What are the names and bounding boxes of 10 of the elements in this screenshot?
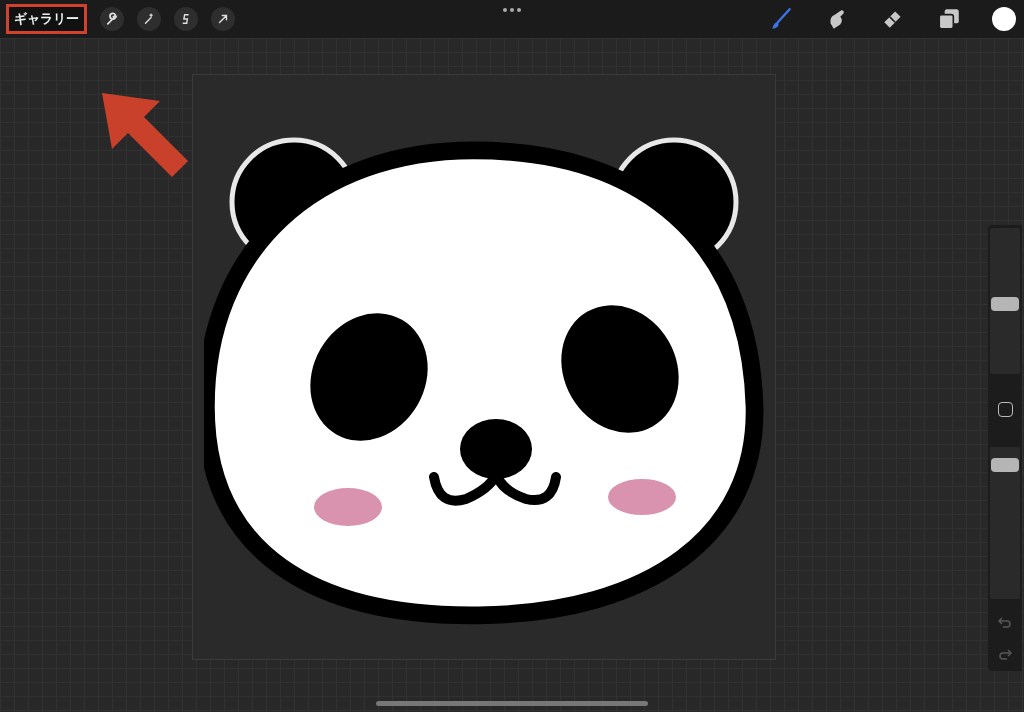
slider-handle[interactable] xyxy=(991,296,1019,311)
gallery-button[interactable]: ギャラリー xyxy=(6,4,87,34)
brush-size-slider[interactable] xyxy=(990,228,1020,374)
modify-button[interactable] xyxy=(997,402,1013,417)
color-swatch[interactable] xyxy=(992,7,1016,31)
magic-wand-icon[interactable] xyxy=(137,7,161,31)
more-icon[interactable] xyxy=(503,8,521,12)
slider-handle[interactable] xyxy=(991,458,1019,473)
selection-icon[interactable] xyxy=(174,7,198,31)
opacity-slider[interactable] xyxy=(990,447,1020,599)
